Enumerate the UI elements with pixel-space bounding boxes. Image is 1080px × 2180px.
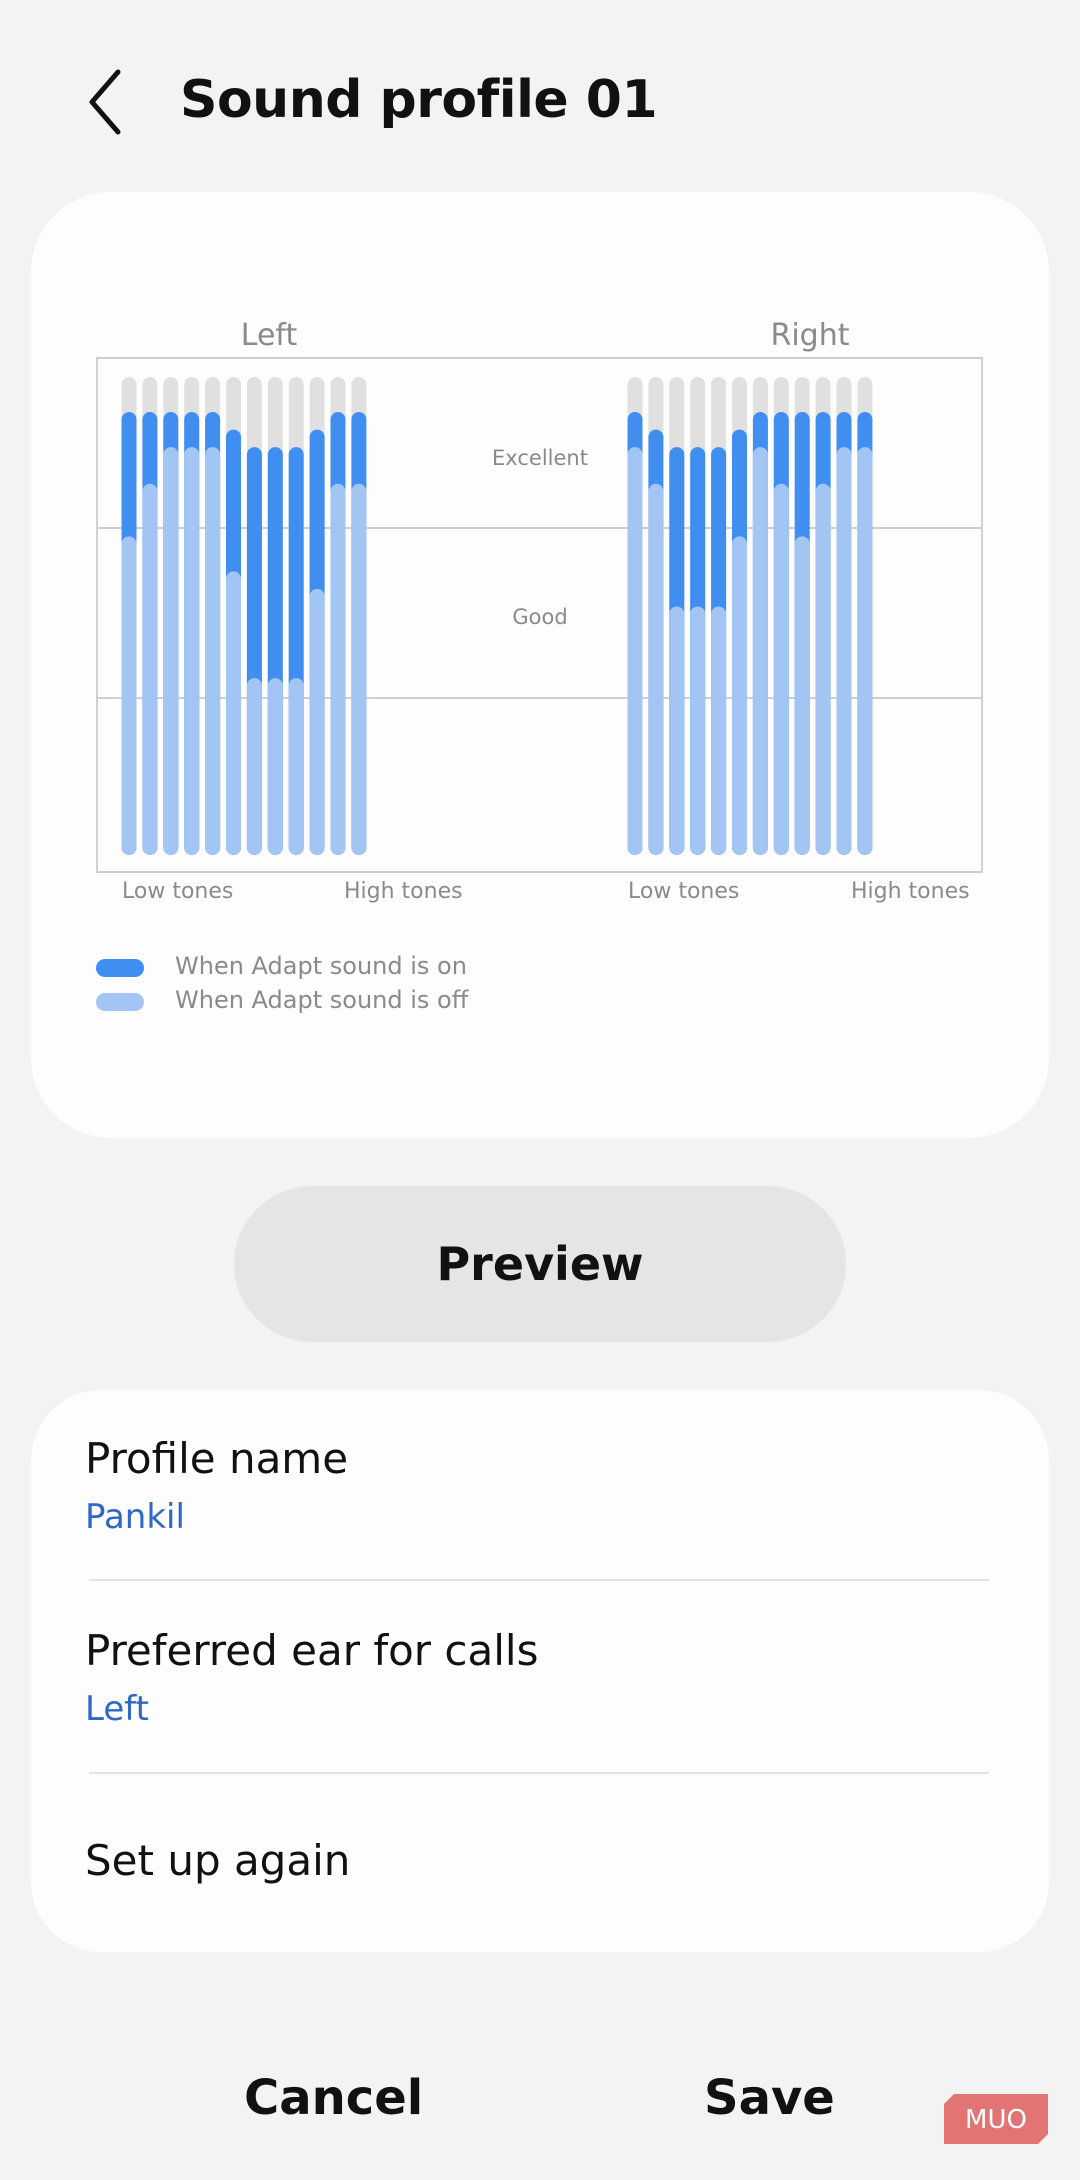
preview-button[interactable]: Preview: [234, 1186, 846, 1342]
bar-adapt-off-0-3: [184, 447, 200, 855]
watermark-text: MUO: [965, 2105, 1027, 2135]
cancel-button[interactable]: Cancel: [244, 2070, 423, 2126]
preferred-ear-value: Left: [85, 1689, 149, 1729]
bar-adapt-off-1-5: [732, 536, 747, 855]
bar-adapt-off-0-6: [246, 678, 262, 855]
hearing-chart-card: Left Right Excellent Good Low tones High…: [31, 192, 1049, 1138]
x-label-low-left: Low tones: [122, 879, 233, 904]
divider: [89, 1579, 989, 1581]
bar-adapt-off-0-1: [142, 483, 158, 855]
bar-adapt-off-1-9: [815, 483, 831, 855]
panel-title-right: Right: [771, 318, 850, 353]
bar-adapt-off-0-7: [267, 678, 283, 855]
bar-adapt-off-0-8: [288, 678, 304, 855]
chevron-left-icon: [89, 69, 121, 135]
page-title: Sound profile 01: [180, 70, 658, 130]
bar-adapt-off-1-4: [711, 606, 727, 855]
legend-swatch-off: [96, 993, 144, 1011]
setup-again-label: Set up again: [85, 1836, 351, 1885]
header: Sound profile 01: [0, 0, 1080, 210]
preferred-ear-item[interactable]: Preferred ear for calls Left: [85, 1626, 538, 1729]
legend-swatch-on: [96, 959, 144, 977]
bar-adapt-off-1-0: [627, 447, 643, 855]
legend-label-off: When Adapt sound is off: [175, 986, 469, 1014]
muo-watermark-logo: MUO: [944, 2094, 1048, 2144]
profile-name-value: Pankil: [85, 1497, 185, 1537]
bar-adapt-off-0-11: [351, 483, 367, 855]
bar-adapt-off-1-1: [648, 483, 664, 855]
bar-adapt-off-1-10: [836, 447, 852, 855]
profile-name-label: Profile name: [85, 1434, 349, 1483]
bar-adapt-off-0-5: [226, 571, 241, 855]
bar-adapt-off-1-6: [752, 447, 768, 855]
bar-adapt-off-0-4: [205, 447, 221, 855]
panel-title-left: Left: [241, 318, 298, 353]
bar-adapt-off-1-7: [773, 483, 789, 855]
x-label-high-left: High tones: [344, 879, 463, 904]
setup-again-item[interactable]: Set up again: [85, 1836, 350, 1885]
bar-adapt-off-0-2: [163, 447, 179, 855]
bar-adapt-off-1-3: [690, 606, 706, 855]
save-button[interactable]: Save: [704, 2070, 835, 2126]
bar-adapt-off-0-9: [309, 588, 325, 855]
x-label-low-right: Low tones: [628, 879, 739, 904]
bar-adapt-off-1-2: [669, 606, 685, 855]
bar-adapt-off-1-8: [794, 536, 810, 855]
bar-adapt-off-1-11: [857, 447, 873, 855]
x-label-high-right: High tones: [851, 879, 970, 904]
bar-adapt-off-0-10: [330, 483, 346, 855]
divider: [89, 1772, 989, 1774]
level-label-excellent: Excellent: [492, 446, 588, 470]
level-label-good: Good: [512, 605, 567, 629]
preferred-ear-label: Preferred ear for calls: [85, 1626, 539, 1675]
back-button[interactable]: [78, 62, 134, 142]
settings-card: Profile name Pankil Preferred ear for ca…: [31, 1390, 1049, 1952]
bar-adapt-off-0-0: [121, 536, 137, 855]
profile-name-item[interactable]: Profile name Pankil: [85, 1434, 348, 1537]
legend-label-on: When Adapt sound is on: [175, 952, 467, 980]
